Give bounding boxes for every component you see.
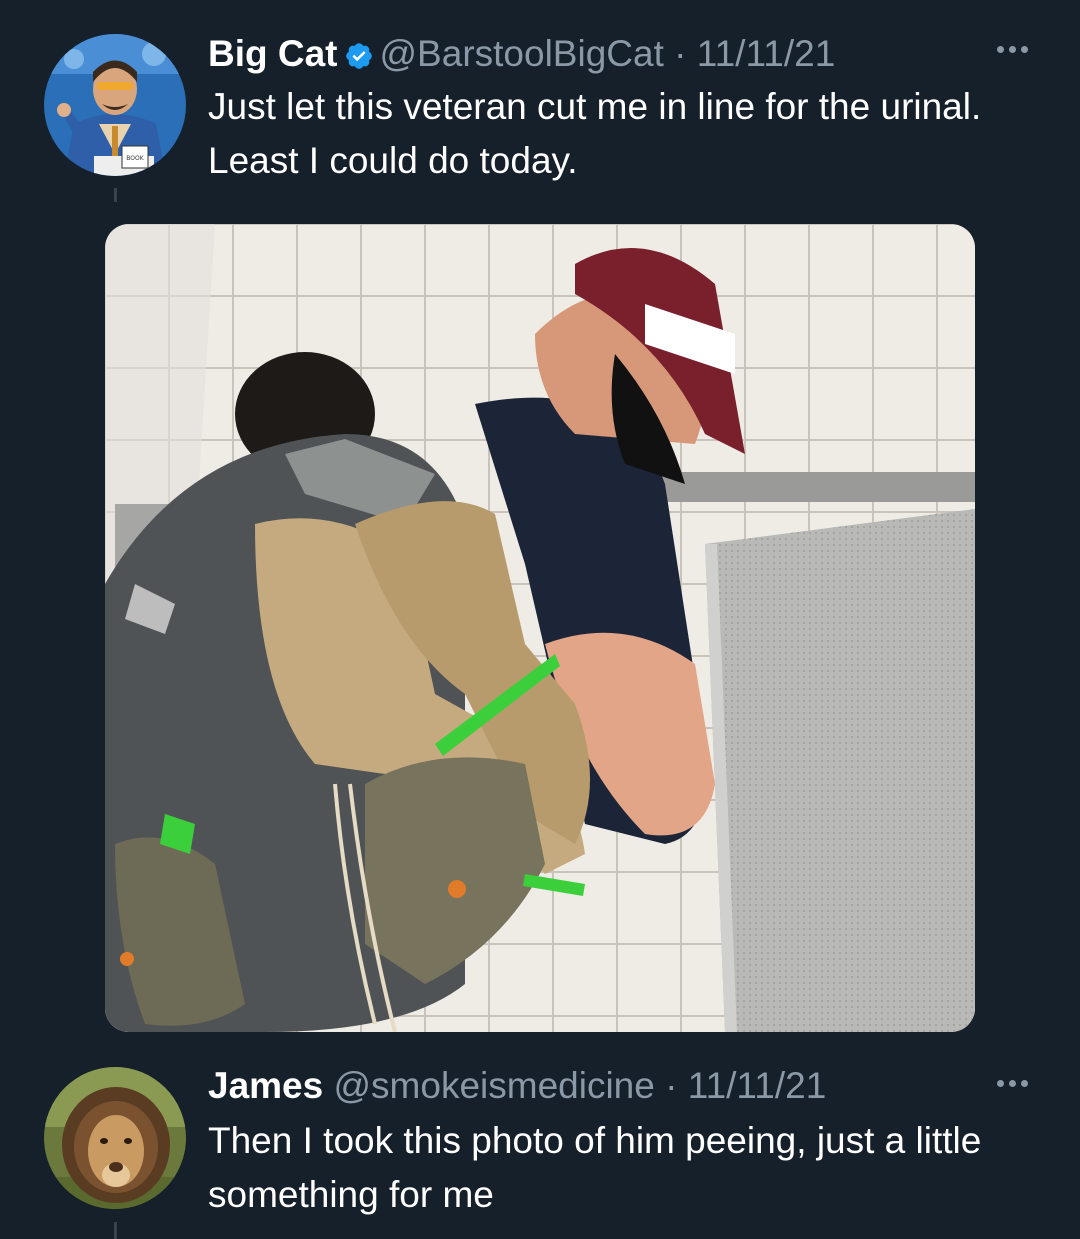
display-name[interactable]: James: [208, 1065, 323, 1106]
svg-text:BOOK: BOOK: [126, 155, 144, 162]
lion-avatar-icon: [44, 1067, 186, 1209]
tweet-text: Just let this veteran cut me in line for…: [208, 86, 982, 181]
avatar-james[interactable]: [44, 1067, 186, 1209]
tweet-photo[interactable]: [105, 224, 975, 1032]
thread-line: [114, 1222, 117, 1239]
timestamp[interactable]: 11/11/21: [688, 1065, 827, 1106]
timestamp[interactable]: 11/11/21: [697, 33, 836, 74]
separator: ·: [665, 1065, 678, 1106]
thread-line: [114, 188, 117, 202]
tweet-text: Then I took this photo of him peeing, ju…: [208, 1120, 982, 1215]
more-options-icon[interactable]: [997, 1080, 1028, 1087]
tweet-bigcat[interactable]: BOOK Big Cat @BarstoolBigCat · 11/11/21 J…: [0, 0, 1080, 1050]
handle[interactable]: @smokeismedicine: [334, 1065, 655, 1106]
man-in-sunglasses-avatar-icon: BOOK: [44, 34, 186, 176]
verified-badge-icon: [344, 37, 374, 81]
more-options-icon[interactable]: [997, 46, 1028, 53]
separator: ·: [674, 33, 687, 74]
urinal-photo-icon: [105, 224, 975, 1032]
tweet-header: James @smokeismedicine · 11/11/21: [208, 1064, 826, 1108]
handle[interactable]: @BarstoolBigCat: [380, 33, 664, 74]
avatar-bigcat[interactable]: BOOK: [44, 34, 186, 176]
tweet-header: Big Cat @BarstoolBigCat · 11/11/21: [208, 32, 835, 81]
display-name[interactable]: Big Cat: [208, 33, 338, 74]
tweet-james[interactable]: James @smokeismedicine · 11/11/21 Then I…: [0, 1050, 1080, 1239]
